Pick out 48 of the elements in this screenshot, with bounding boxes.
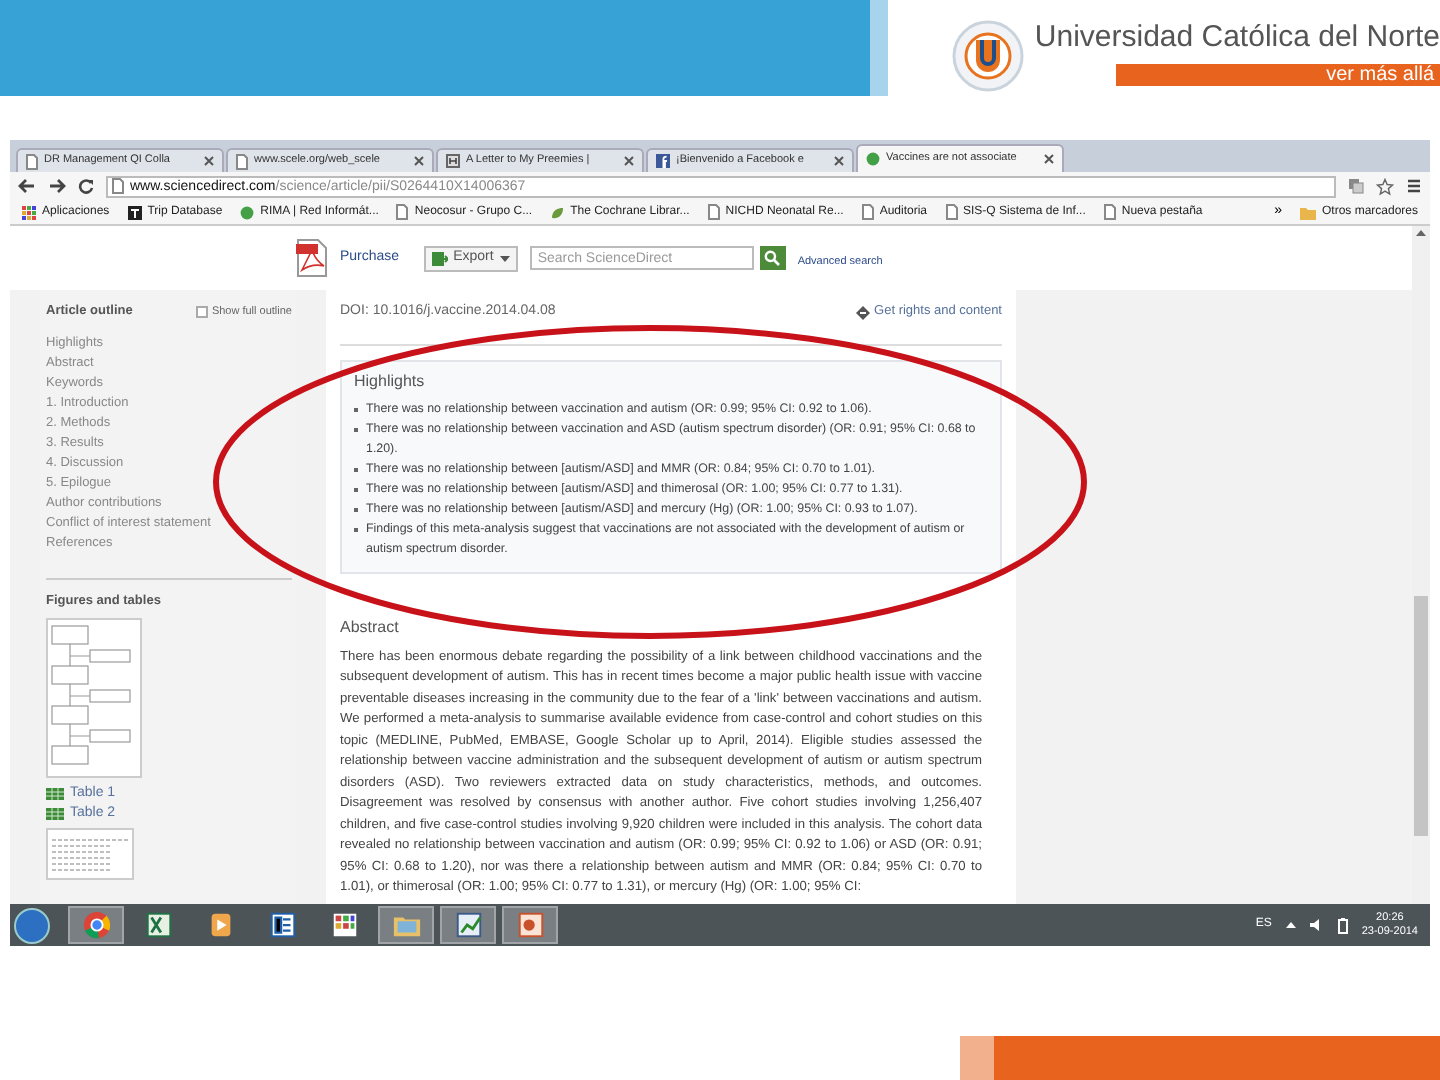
chart-app-icon — [453, 910, 483, 940]
header-strip — [870, 0, 889, 96]
close-icon[interactable] — [624, 156, 634, 166]
university-logo-icon — [952, 20, 1025, 92]
highlights-heading: Highlights — [354, 369, 427, 393]
search-icon — [764, 250, 781, 266]
translate-icon[interactable] — [1348, 178, 1364, 194]
star-icon[interactable] — [1376, 177, 1394, 195]
flowchart-thumbnail[interactable] — [46, 617, 142, 777]
chrome-app-icon — [81, 910, 111, 940]
speaker-icon[interactable] — [1309, 918, 1324, 932]
university-name: Universidad Católica del Norte — [1034, 20, 1440, 56]
battery-icon[interactable] — [1337, 917, 1348, 933]
table-thumbnail[interactable] — [46, 827, 134, 879]
table-icon — [46, 807, 64, 819]
close-icon[interactable] — [834, 156, 844, 166]
back-arrow-icon[interactable] — [18, 178, 36, 194]
taskbar-button[interactable] — [440, 906, 496, 944]
presentation-app-icon — [515, 910, 545, 940]
export-icon — [431, 251, 448, 265]
start-button[interactable] — [14, 907, 50, 943]
tile-grid-icon — [329, 910, 359, 940]
caret-icon — [499, 255, 510, 261]
page-icon — [112, 178, 124, 194]
tray-arrow-icon[interactable] — [1285, 922, 1296, 928]
scroll-thumb[interactable] — [1414, 596, 1428, 836]
abstract-heading: Abstract — [340, 615, 401, 639]
menu-icon[interactable] — [1406, 178, 1422, 194]
apps-grid-icon — [22, 205, 36, 219]
facebook-icon — [656, 154, 670, 168]
spreadsheet-app-icon — [143, 910, 173, 940]
close-icon[interactable] — [1044, 154, 1054, 164]
leaf-icon — [550, 205, 565, 219]
forward-arrow-icon[interactable] — [48, 178, 66, 194]
reload-icon[interactable] — [78, 178, 94, 194]
tagline: ver más allá — [1116, 64, 1440, 86]
scroll-up-icon[interactable] — [1416, 230, 1426, 236]
footer-strip — [960, 1036, 994, 1080]
table-icon — [46, 787, 64, 799]
document-app-icon — [267, 910, 297, 940]
t-letter-icon — [127, 205, 142, 219]
h-letter-icon — [446, 154, 460, 168]
diamond-arrow-icon — [856, 305, 871, 320]
pdf-icon[interactable] — [296, 238, 328, 278]
close-icon[interactable] — [204, 156, 214, 166]
search-button[interactable] — [759, 246, 786, 270]
folder-icon — [1299, 205, 1316, 219]
close-icon[interactable] — [414, 156, 424, 166]
